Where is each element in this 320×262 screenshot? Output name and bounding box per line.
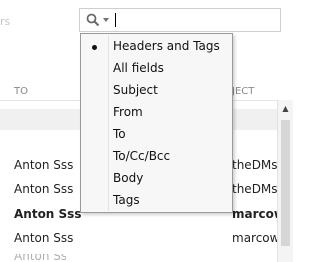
menu-item-to[interactable]: To — [82, 124, 232, 146]
chevron-down-icon[interactable] — [103, 18, 109, 22]
menu-item-label: To — [113, 127, 126, 141]
list-scrollbar[interactable]: ▲ — [277, 100, 293, 262]
text-caret — [115, 13, 116, 27]
menu-item-label: All fields — [113, 61, 164, 75]
menu-item-all-fields[interactable]: All fields — [82, 58, 232, 80]
menu-item-to-cc-bcc[interactable]: To/Cc/Bcc — [82, 146, 232, 168]
row-1-sender[interactable]: Anton Sss — [14, 158, 73, 172]
bullet-icon — [92, 45, 97, 50]
row-3-sender[interactable]: Anton Sss — [14, 207, 81, 221]
menu-item-label: From — [113, 105, 143, 119]
cut-off-row-fragment: Anton Sss — [14, 254, 66, 262]
magnifier-icon[interactable] — [86, 13, 100, 27]
row-4-sender[interactable]: Anton Sss — [14, 231, 73, 245]
row-2-subject[interactable]: theDMs — [232, 182, 278, 196]
menu-item-label: Subject — [113, 83, 158, 97]
menu-item-from[interactable]: From — [82, 102, 232, 124]
row-1-subject[interactable]: theDMs — [232, 158, 278, 172]
search-scope-menu[interactable]: Headers and Tags All fields Subject From… — [80, 33, 233, 213]
menu-item-label: Tags — [113, 193, 140, 207]
top-left-fragment: rs — [0, 15, 11, 28]
menu-item-label: To/Cc/Bcc — [113, 149, 171, 163]
menu-item-subject[interactable]: Subject — [82, 80, 232, 102]
search-box[interactable] — [79, 8, 281, 32]
menu-item-label: Headers and Tags — [113, 39, 220, 53]
column-header-subject[interactable]: JECT — [232, 86, 254, 97]
arrow-up-icon[interactable]: ▲ — [278, 102, 293, 116]
menu-item-body[interactable]: Body — [82, 168, 232, 190]
row-2-sender[interactable]: Anton Sss — [14, 182, 73, 196]
menu-item-label: Body — [113, 171, 144, 185]
scroll-thumb[interactable] — [281, 120, 290, 246]
menu-item-tags[interactable]: Tags — [82, 190, 232, 212]
row-4-subject[interactable]: marcow — [232, 231, 279, 245]
menu-item-headers-and-tags[interactable]: Headers and Tags — [82, 36, 232, 58]
column-header-to[interactable]: TO — [14, 86, 28, 97]
